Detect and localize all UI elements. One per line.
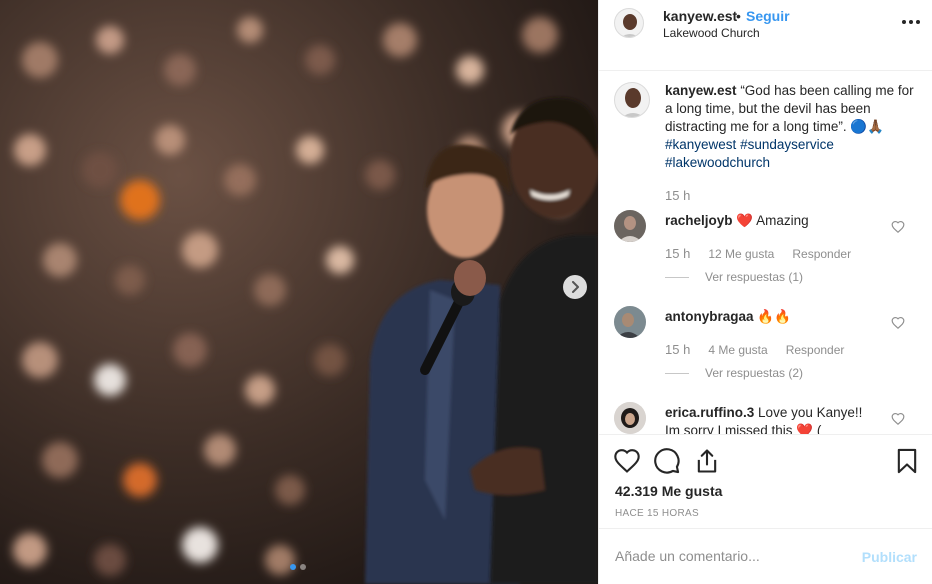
replies-divider: [665, 276, 689, 278]
bookmark-icon: [897, 448, 917, 474]
more-horizontal-icon: [902, 20, 920, 24]
post-header: kanyew.est • Seguir Lakewood Church: [599, 0, 932, 71]
hashtag-link[interactable]: #sundayservice: [740, 137, 834, 152]
comment-icon: [654, 448, 680, 474]
comment: erica.ruffino.3 Love you Kanye!! Im sorr…: [665, 404, 885, 434]
comment-avatar[interactable]: [614, 306, 646, 338]
share-button[interactable]: [693, 447, 721, 475]
post-actions: 42.319 Me gusta HACE 15 HORAS: [599, 434, 932, 528]
carousel-dot: [290, 564, 296, 570]
heart-outline-icon: [891, 220, 905, 234]
view-replies[interactable]: Ver respuestas (1): [665, 270, 803, 284]
avatar-image: [615, 9, 643, 37]
view-replies-label[interactable]: Ver respuestas (2): [705, 366, 803, 380]
comments-list[interactable]: kanyew.est “God has been calling me for …: [599, 72, 932, 434]
comment-avatar[interactable]: [614, 402, 646, 434]
avatar-image: [615, 83, 649, 117]
next-slide-button[interactable]: [563, 275, 587, 299]
caption-avatar[interactable]: [614, 82, 650, 118]
comment-text: 🔥🔥: [757, 309, 791, 324]
avatar-image: [614, 210, 646, 242]
post-photo[interactable]: [0, 0, 598, 584]
comment-time[interactable]: 15 h: [665, 342, 690, 357]
more-options-button[interactable]: [899, 12, 923, 32]
comment-meta: 15 h 12 Me gusta Responder: [665, 246, 851, 261]
comment-username[interactable]: racheljoyb: [665, 213, 733, 228]
comment-text: Love you Kanye!!: [758, 405, 863, 420]
comment: racheljoyb ❤️ Amazing: [665, 212, 885, 230]
save-button[interactable]: [893, 447, 921, 475]
likes-count[interactable]: 42.319 Me gusta: [615, 483, 722, 499]
hashtag-link[interactable]: #kanyewest: [665, 137, 736, 152]
like-comment-button[interactable]: [891, 316, 905, 330]
reply-button[interactable]: Responder: [786, 343, 845, 357]
comment-time[interactable]: 15 h: [665, 246, 690, 261]
author-avatar[interactable]: [614, 8, 644, 38]
replies-divider: [665, 372, 689, 374]
hashtag-link[interactable]: #lakewoodchurch: [665, 155, 770, 170]
publish-button[interactable]: Publicar: [862, 549, 917, 565]
follow-button[interactable]: Seguir: [746, 8, 790, 24]
heart-outline-icon: [891, 316, 905, 330]
carousel-dot: [300, 564, 306, 570]
comment-meta: 15 h 4 Me gusta Responder: [665, 342, 844, 357]
chevron-right-icon: [572, 281, 579, 293]
carousel-indicator: [290, 564, 306, 570]
author-username[interactable]: kanyew.est: [663, 8, 737, 24]
like-button[interactable]: [613, 447, 641, 475]
comment-username[interactable]: erica.ruffino.3: [665, 405, 754, 420]
avatar-image: [614, 306, 646, 338]
comment-text-continued: Im sorry I missed this ❤️ (: [665, 423, 822, 434]
comment-text: ❤️ Amazing: [736, 213, 809, 228]
post-side-panel: kanyew.est • Seguir Lakewood Church kany…: [598, 0, 932, 584]
comment-composer: Publicar: [599, 528, 932, 584]
header-separator: •: [736, 8, 741, 24]
post-timestamp[interactable]: HACE 15 HORAS: [615, 508, 699, 519]
heart-outline-icon: [891, 412, 905, 426]
instagram-post: kanyew.est • Seguir Lakewood Church kany…: [0, 0, 932, 584]
reply-button[interactable]: Responder: [792, 247, 851, 261]
comment-likes[interactable]: 4 Me gusta: [708, 343, 767, 357]
view-replies[interactable]: Ver respuestas (2): [665, 366, 803, 380]
caption: kanyew.est “God has been calling me for …: [665, 82, 919, 172]
view-replies-label[interactable]: Ver respuestas (1): [705, 270, 803, 284]
photo-scene: [0, 0, 598, 584]
caption-username[interactable]: kanyew.est: [665, 83, 737, 98]
comment-avatar[interactable]: [614, 210, 646, 242]
comment-button[interactable]: [653, 447, 681, 475]
like-comment-button[interactable]: [891, 412, 905, 426]
comment-input[interactable]: [615, 548, 845, 564]
like-comment-button[interactable]: [891, 220, 905, 234]
share-icon: [697, 449, 717, 473]
comment-username[interactable]: antonybragaa: [665, 309, 754, 324]
avatar-image: [614, 402, 646, 434]
location-link[interactable]: Lakewood Church: [663, 26, 760, 40]
caption-time[interactable]: 15 h: [665, 188, 690, 203]
comment-likes[interactable]: 12 Me gusta: [708, 247, 774, 261]
comment: antonybragaa 🔥🔥: [665, 308, 885, 326]
heart-outline-icon: [614, 449, 640, 473]
